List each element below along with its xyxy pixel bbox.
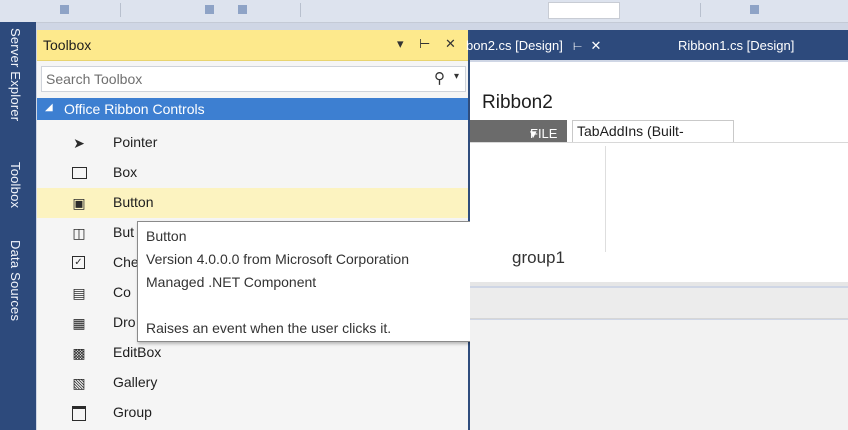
collapse-triangle-icon[interactable]: ◢ xyxy=(45,102,53,113)
toolbar-icon[interactable] xyxy=(205,5,214,14)
tooltip-version: Version 4.0.0.0 from Microsoft Corporati… xyxy=(146,251,410,267)
toolbox-item-label: Gallery xyxy=(113,374,158,390)
group-divider xyxy=(605,146,606,252)
toolbar-icon[interactable] xyxy=(238,5,247,14)
ribbon-tab-body xyxy=(470,142,848,253)
tab-ribbon2-design[interactable]: bon2.cs [Design] ⊢ ✕ xyxy=(466,38,601,54)
toolbox-item-label: Box xyxy=(113,164,138,180)
tab-toolbox[interactable]: Toolbox xyxy=(8,162,23,208)
toolbar-separator xyxy=(120,3,121,17)
toolbar-separator xyxy=(300,3,301,17)
tab-ribbon1-design[interactable]: Ribbon1.cs [Design] xyxy=(678,38,794,53)
tooltip-description: Raises an event when the user clicks it. xyxy=(146,320,392,336)
search-options-chevron-icon[interactable]: ▾ xyxy=(454,71,459,82)
tab-data-sources[interactable]: Data Sources xyxy=(8,240,23,321)
search-icon[interactable]: ⚲ xyxy=(434,69,445,87)
dropdown-control-icon: ▦ xyxy=(72,315,86,331)
toolbox-item-label: Pointer xyxy=(113,134,158,150)
toolbox-item-editbox[interactable]: ▩ EditBox xyxy=(37,338,468,368)
ribbon-group-label[interactable]: group1 xyxy=(512,248,565,268)
toolbox-item-label: Co xyxy=(113,284,131,300)
editbox-icon: ▩ xyxy=(72,345,86,361)
toolbox-item-label: EditBox xyxy=(113,344,162,360)
toolbox-item-label: But xyxy=(113,224,135,240)
toolbar-dropdown[interactable] xyxy=(548,2,620,19)
toolbox-item-gallery[interactable]: ▧ Gallery xyxy=(37,368,468,398)
search-input[interactable] xyxy=(44,69,428,89)
tab-server-explorer[interactable]: Server Explorer xyxy=(8,28,23,121)
pin-icon[interactable]: ⊢ xyxy=(419,36,430,52)
ribbon-tab-addins[interactable]: TabAddIns (Built- xyxy=(572,120,734,143)
designer-area: bon2.cs [Design] ⊢ ✕ Ribbon1.cs [Design] R… xyxy=(466,30,848,430)
category-office-ribbon-controls[interactable]: ◢ Office Ribbon Controls xyxy=(37,98,468,120)
close-icon[interactable]: ✕ xyxy=(590,38,601,53)
button-tooltip: Button Version 4.0.0.0 from Microsoft Co… xyxy=(137,221,479,342)
toolbox-item-label: Dro xyxy=(113,314,136,330)
tab-label: Ribbon1.cs [Design] xyxy=(678,38,795,53)
top-toolbar xyxy=(0,0,848,23)
canvas-edge xyxy=(470,282,848,286)
combobox-icon: ▤ xyxy=(72,285,86,301)
toolbox-item-group[interactable]: Group xyxy=(37,398,468,428)
tooltip-title: Button xyxy=(146,228,187,244)
toolbox-item-label: Button xyxy=(113,194,154,210)
chevron-down-icon: ▾ xyxy=(530,126,537,141)
side-tab-rail: Server Explorer Toolbox Data Sources xyxy=(0,22,36,430)
tooltip-kind: Managed .NET Component xyxy=(146,274,317,290)
toolbox-title: Toolbox xyxy=(43,37,92,53)
buttongroup-icon: ◫ xyxy=(72,225,86,241)
pin-icon[interactable]: ⊢ xyxy=(573,41,583,53)
ribbon-name: Ribbon2 xyxy=(482,92,553,113)
toolbox-search: ⚲ ▾ xyxy=(41,66,466,92)
toolbox-item-label: Che xyxy=(113,254,139,270)
tab-label: bon2.cs [Design] xyxy=(466,38,563,53)
toolbox-item-label: Group xyxy=(113,404,152,420)
group-icon xyxy=(71,405,87,421)
checkbox-icon: ✓ xyxy=(71,255,87,271)
dropdown-icon[interactable]: ▾ xyxy=(397,36,404,52)
toolbar-icon[interactable] xyxy=(60,5,69,14)
tab-label: TabAddIns (Built- xyxy=(577,123,684,139)
designer-gray-band xyxy=(470,288,848,319)
box-icon xyxy=(71,165,87,181)
toolbox-item-button[interactable]: ▣ Button xyxy=(37,188,468,218)
ribbon-file-tab[interactable]: FILE ▾ xyxy=(470,120,567,142)
toolbox-item-box[interactable]: Box xyxy=(37,158,468,188)
toolbar-separator xyxy=(700,3,701,17)
toolbox-header: Toolbox ▾ ⊢ ✕ xyxy=(37,30,468,61)
designer-lower-area xyxy=(470,320,848,430)
toolbar-icon[interactable] xyxy=(750,5,759,14)
pointer-icon: ➤ xyxy=(73,135,85,151)
ribbon-designer-canvas[interactable]: Ribbon2 FILE ▾ TabAddIns (Built- group1 xyxy=(470,62,848,282)
document-tab-bar: bon2.cs [Design] ⊢ ✕ Ribbon1.cs [Design] xyxy=(466,30,848,60)
toolbox-item-pointer[interactable]: ➤ Pointer xyxy=(37,128,468,158)
gallery-icon: ▧ xyxy=(72,375,86,391)
category-label: Office Ribbon Controls xyxy=(64,101,205,117)
close-icon[interactable]: ✕ xyxy=(445,36,456,52)
button-icon: ▣ xyxy=(72,195,86,211)
